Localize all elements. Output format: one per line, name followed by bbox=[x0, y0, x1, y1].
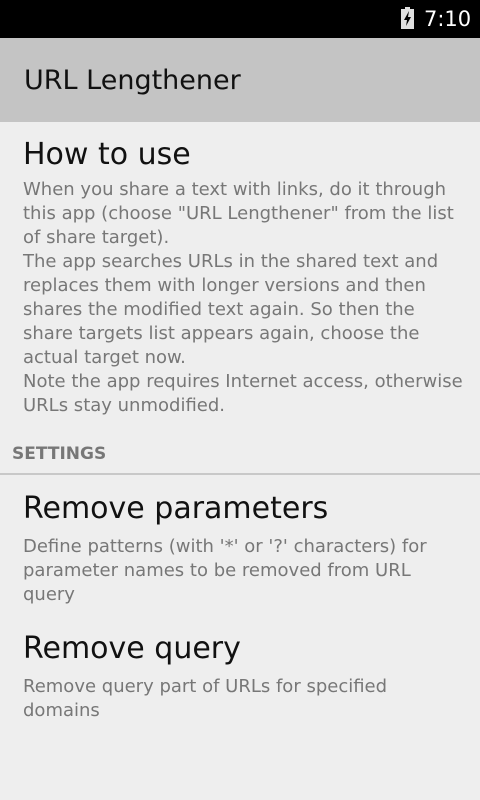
remove-query-title: Remove query bbox=[23, 631, 241, 666]
battery-charging-icon bbox=[401, 7, 414, 29]
settings-category-header: SETTINGS bbox=[12, 444, 107, 464]
how-to-use-title: How to use bbox=[23, 137, 191, 172]
category-divider bbox=[0, 473, 480, 475]
how-to-use-preference[interactable]: How to use When you share a text with li… bbox=[23, 137, 463, 418]
remove-parameters-summary: Define patterns (with '*' or '?' charact… bbox=[23, 536, 427, 605]
app-title: URL Lengthener bbox=[24, 65, 241, 96]
remove-parameters-preference[interactable]: Remove parameters Define patterns (with … bbox=[23, 491, 463, 607]
remove-query-summary: Remove query part of URLs for specified … bbox=[23, 676, 388, 721]
status-bar: 7:10 bbox=[0, 0, 480, 38]
action-bar: URL Lengthener bbox=[0, 38, 480, 122]
remove-parameters-title: Remove parameters bbox=[23, 491, 329, 526]
remove-query-preference[interactable]: Remove query Remove query part of URLs f… bbox=[23, 631, 463, 723]
status-time: 7:10 bbox=[424, 7, 472, 31]
how-to-use-summary: When you share a text with links, do it … bbox=[23, 179, 463, 416]
